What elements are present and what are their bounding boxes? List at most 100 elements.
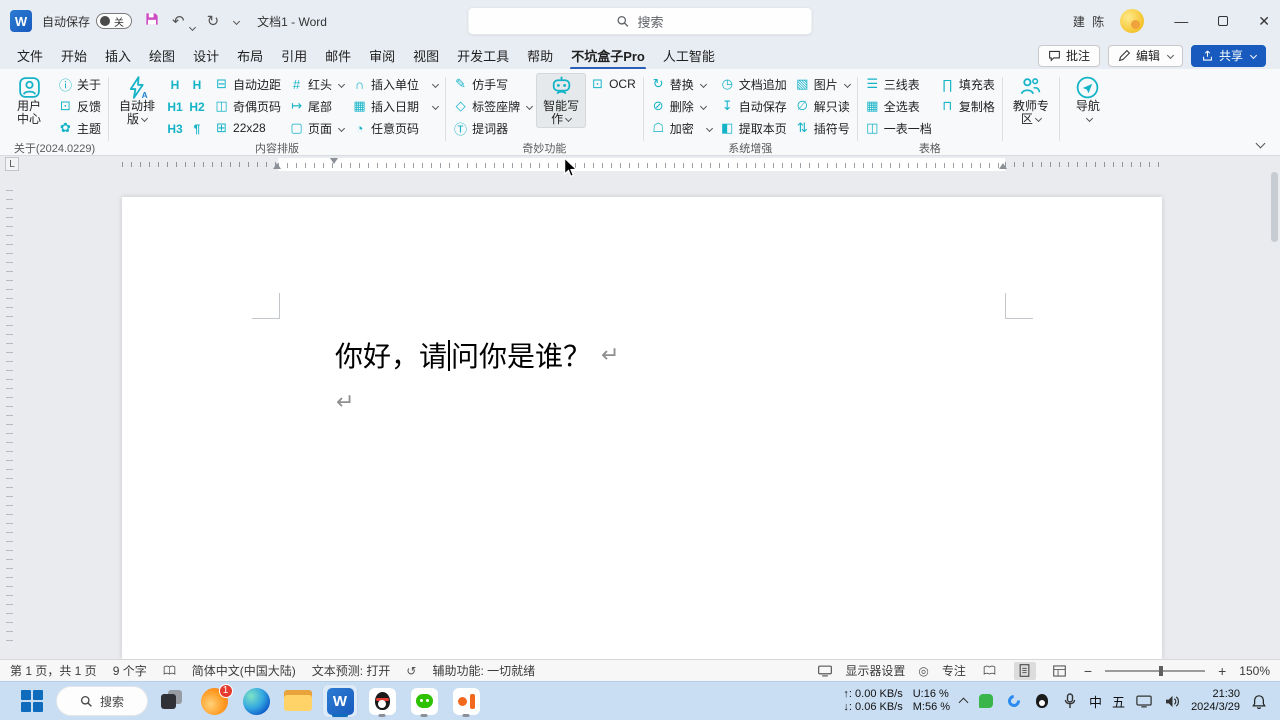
microphone-icon[interactable] — [1061, 692, 1079, 710]
tab-draw[interactable]: 绘图 — [140, 43, 184, 68]
autosave-toggle[interactable]: 关 — [96, 13, 133, 29]
first-line-indent-marker[interactable] — [330, 158, 338, 164]
encrypt-button[interactable]: ☖ 加密 — [647, 117, 716, 139]
select-table-button[interactable]: ▦ 全选表 — [861, 95, 936, 117]
tab-bukeng-box-pro[interactable]: 不坑盒子Pro — [562, 43, 654, 70]
tray-expand-button[interactable] — [958, 697, 969, 708]
any-page-number-button[interactable]: ◔ 任意页码 — [348, 117, 442, 139]
tab-view[interactable]: 视图 — [404, 43, 448, 68]
web-layout-button[interactable] — [1049, 662, 1071, 680]
tab-developer[interactable]: 开发工具 — [448, 43, 518, 68]
tab-mailings[interactable]: 邮件 — [316, 43, 360, 68]
grid-22x28-button[interactable]: ⊞ 22x28 — [210, 117, 285, 139]
edge-icon[interactable] — [238, 684, 274, 718]
auto-save-button[interactable]: ↧ 自动保存 — [716, 95, 791, 117]
label-card-button[interactable]: ◇ 标签座牌 — [449, 95, 536, 117]
extract-page-button[interactable]: ◧ 提取本页 — [716, 117, 791, 139]
wechat-icon[interactable] — [406, 684, 442, 718]
editing-button[interactable]: 编辑 — [1107, 44, 1183, 67]
ocr-button[interactable]: ⊡ OCR — [586, 73, 640, 95]
auto-margin-button[interactable]: ⊟ 自动边距 — [210, 73, 285, 95]
print-layout-button[interactable] — [1013, 661, 1036, 680]
style-h-alt-button[interactable]: H — [186, 74, 208, 96]
tab-home[interactable]: 开始 — [52, 43, 96, 68]
picture-button[interactable]: ▧ 图片 — [791, 73, 854, 95]
insert-date-button[interactable]: ▦ 插入日期 — [348, 95, 442, 117]
tray-qq-icon[interactable] — [1033, 692, 1051, 710]
word-app-icon[interactable]: W — [10, 10, 32, 32]
autosave-control[interactable]: 自动保存 关 — [42, 13, 133, 30]
document-page[interactable]: 你好，请 问你是谁？ ↵ ↵ — [122, 197, 1162, 659]
accessibility-status[interactable]: 辅助功能: 一切就绪 — [432, 662, 535, 679]
share-button[interactable]: 共享 — [1190, 44, 1266, 67]
search-input[interactable]: 搜索 — [467, 7, 813, 35]
style-paragraph-button[interactable]: ¶ — [186, 118, 208, 140]
vertical-scrollbar[interactable] — [1271, 172, 1278, 242]
user-center-button[interactable]: 用户 中心 — [4, 73, 54, 128]
task-view-button[interactable] — [154, 684, 190, 718]
proofing-icon[interactable] — [163, 664, 176, 677]
file-explorer-icon[interactable] — [280, 684, 316, 718]
browser-icon[interactable]: 1 — [196, 683, 233, 718]
wubi-indicator[interactable]: 五 — [1112, 692, 1125, 711]
hanging-indent-marker[interactable] — [273, 163, 281, 169]
navigate-button[interactable]: 导航 — [1063, 73, 1113, 128]
taskbar-search[interactable]: 搜索 — [56, 686, 148, 716]
minimize-button[interactable]: — — [1174, 13, 1188, 29]
text-prediction[interactable]: 文本预测: 打开 — [312, 662, 391, 679]
odd-even-page-number-button[interactable]: ◫ 奇偶页码 — [210, 95, 285, 117]
style-h1-button[interactable]: H1 — [164, 96, 186, 118]
theme-button[interactable]: ✿ 主题 — [54, 117, 105, 139]
cast-display-icon[interactable] — [1135, 692, 1153, 710]
teacher-zone-button[interactable]: 教师专区 — [1006, 73, 1056, 128]
zoom-in-button[interactable]: + — [1218, 663, 1226, 679]
display-settings-button[interactable]: 显示器设置 — [845, 662, 905, 679]
paragraph-1[interactable]: 你好，请 问你是谁？ ↵ — [335, 335, 619, 375]
tab-stop-selector[interactable]: L — [5, 157, 19, 171]
prediction-icon[interactable]: ↺ — [406, 664, 416, 678]
copy-cell-button[interactable]: ⊓ 复制格 — [936, 95, 999, 117]
zoom-level[interactable]: 150% — [1239, 664, 1270, 678]
about-button[interactable]: ⓘ 关于 — [54, 73, 105, 95]
qq-icon[interactable] — [364, 684, 400, 718]
page-indicator[interactable]: 第 1 页，共 1 页 — [10, 662, 97, 679]
close-button[interactable]: ✕ — [1258, 13, 1270, 30]
handwriting-button[interactable]: ✎ 仿手写 — [449, 73, 536, 95]
undo-button[interactable]: ↶ — [172, 12, 196, 32]
tab-insert[interactable]: 插入 — [96, 43, 140, 68]
right-indent-marker[interactable] — [999, 163, 1007, 169]
tab-review[interactable]: 审阅 — [360, 43, 404, 68]
tab-file[interactable]: 文件 — [8, 43, 52, 68]
network-speed[interactable]: ↑: 0.00 KB/s ↓: 0.06 KB/s — [843, 688, 902, 714]
vertical-ruler[interactable] — [6, 190, 13, 649]
language-indicator[interactable]: 简体中文(中国大陆) — [192, 662, 296, 679]
feedback-button[interactable]: ⊡ 反馈 — [54, 95, 105, 117]
read-mode-button[interactable] — [979, 662, 1001, 680]
tab-layout[interactable]: 布局 — [228, 43, 272, 68]
paragraph-2[interactable]: ↵ — [336, 389, 354, 415]
clock[interactable]: 21:30 2024/3/29 — [1191, 688, 1240, 714]
word-taskbar-icon[interactable]: W — [322, 684, 358, 718]
focus-button[interactable]: 专注 — [942, 662, 966, 679]
style-h2-button[interactable]: H2 — [186, 96, 208, 118]
red-header-button[interactable]: # 红头 — [285, 73, 348, 95]
tab-references[interactable]: 引用 — [272, 43, 316, 68]
style-h3-button[interactable]: H3 — [164, 118, 186, 140]
three-line-table-button[interactable]: ☰ 三线表 — [861, 73, 936, 95]
tail-button[interactable]: ↦ 尾部 — [285, 95, 348, 117]
volume-icon[interactable] — [1163, 692, 1181, 710]
auto-format-button[interactable]: A 自动排版 — [112, 73, 162, 128]
restore-button[interactable] — [1218, 16, 1229, 26]
notification-bell-icon[interactable] — [1250, 692, 1268, 710]
customize-qat-button[interactable] — [231, 17, 241, 25]
doc-append-button[interactable]: ◷ 文档追加 — [716, 73, 791, 95]
zoom-slider-thumb[interactable] — [1159, 665, 1164, 676]
comments-button[interactable]: 批注 — [1037, 44, 1100, 67]
word-count[interactable]: 9 个字 — [113, 662, 147, 679]
ime-indicator[interactable]: 中 — [1089, 692, 1102, 711]
horizontal-ruler[interactable]: L — [0, 156, 1280, 172]
tab-design[interactable]: 设计 — [184, 43, 228, 68]
tray-app-blue-icon[interactable] — [1005, 692, 1023, 710]
remove-readonly-button[interactable]: ∅ 解只读 — [791, 95, 854, 117]
replace-button[interactable]: ↻ 替换 — [647, 73, 716, 95]
